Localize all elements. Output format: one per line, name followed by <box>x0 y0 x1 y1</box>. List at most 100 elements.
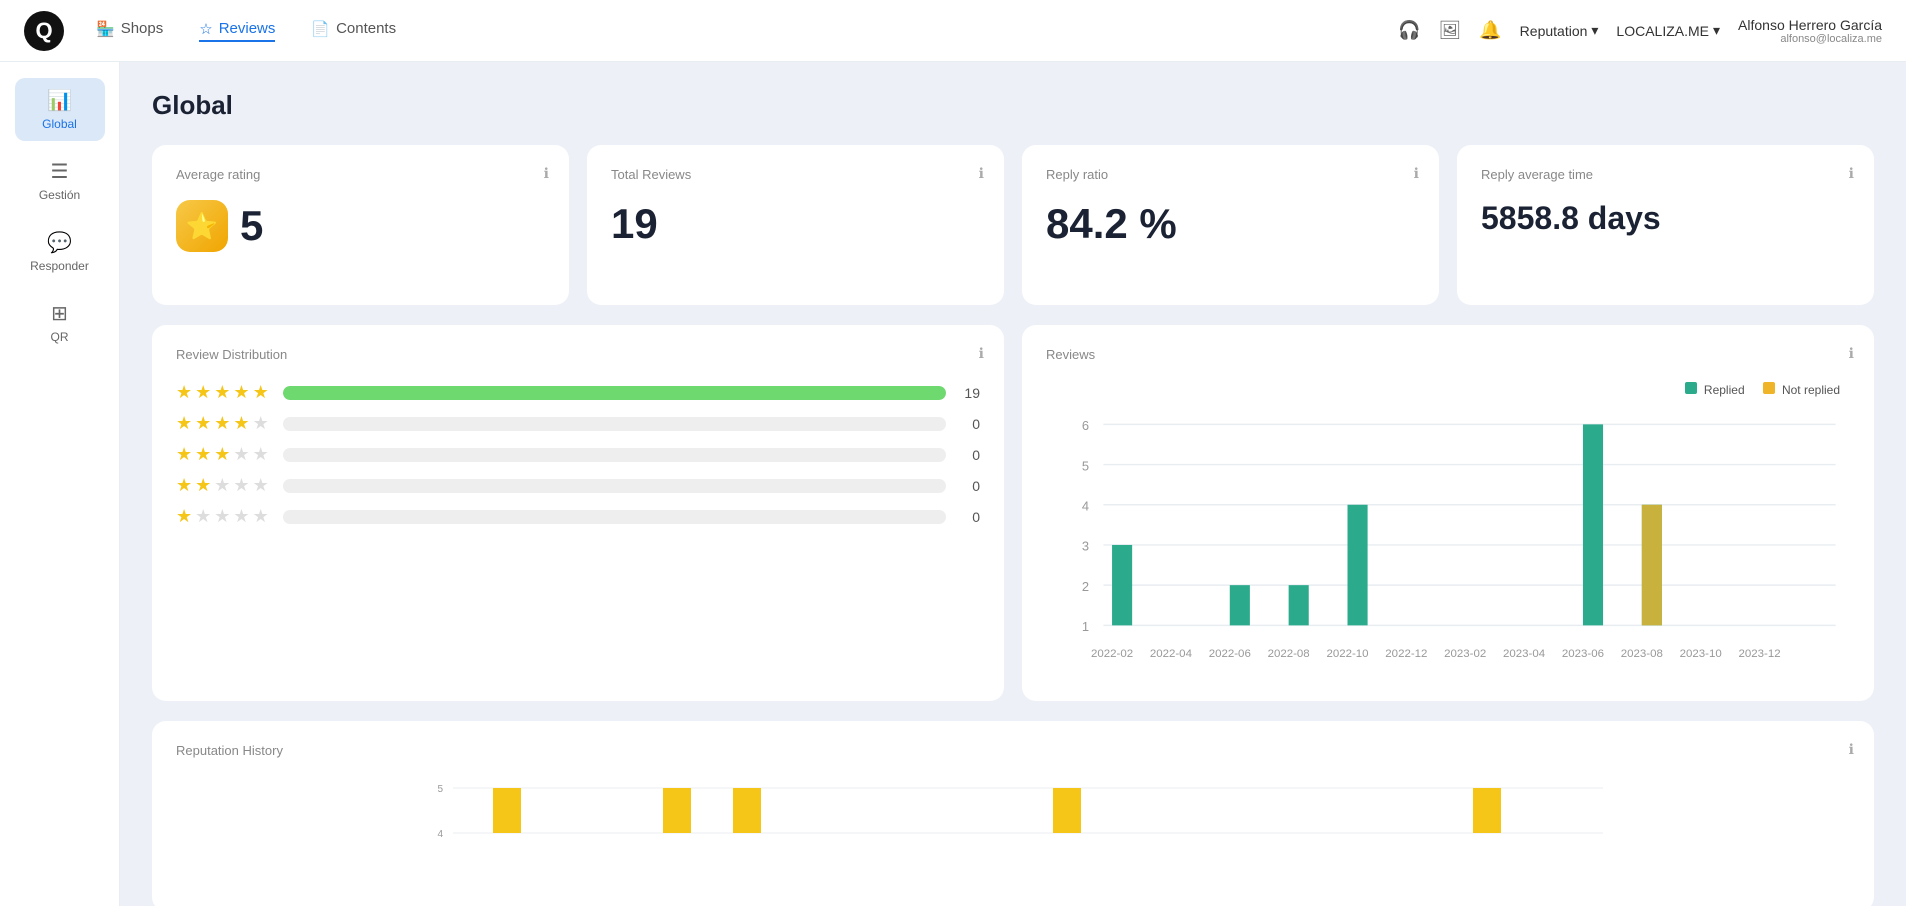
reply-avg-time-value: 5858.8 days <box>1481 200 1850 237</box>
chevron-down-icon: ▾ <box>1713 22 1720 39</box>
review-distribution-info-icon[interactable]: ℹ <box>979 345 984 362</box>
reviews-bar-chart-svg: 6 5 4 3 2 1 <box>1046 410 1850 668</box>
stars-5: ★ ★ ★ ★ ★ <box>176 382 269 403</box>
svg-text:1: 1 <box>1082 619 1089 634</box>
bar-chart-icon: 📊 <box>47 88 72 113</box>
rep-bar-2023-04 <box>1053 788 1081 833</box>
sidebar-item-qr[interactable]: ⊞ QR <box>15 291 105 354</box>
not-replied-legend: Not replied <box>1763 382 1840 397</box>
user-info: Alfonso Herrero García alfonso@localiza.… <box>1738 17 1882 45</box>
dist-count-3: 0 <box>960 447 980 463</box>
reviews-chart-card: Reviews ℹ Replied Not replied <box>1022 325 1874 701</box>
average-rating-card: Average rating ℹ ⭐ 5 <box>152 145 569 305</box>
svg-text:2022-06: 2022-06 <box>1209 648 1251 660</box>
nav-shops[interactable]: 🏪 Shops <box>96 20 163 42</box>
headset-icon[interactable]: 🎧 <box>1398 20 1420 41</box>
shops-nav-icon: 🏪 <box>96 20 115 38</box>
chat-icon: 💬 <box>47 230 72 255</box>
svg-text:5: 5 <box>437 784 443 795</box>
stars-1: ★ ★ ★ ★ ★ <box>176 506 269 527</box>
top-navigation: Q 🏪 Shops ☆ Reviews 📄 Contents 🎧 🖼 🔔 Rep… <box>0 0 1906 62</box>
sidebar-item-gestion[interactable]: ☰ Gestión <box>15 149 105 212</box>
dist-row-1: ★ ★ ★ ★ ★ 0 <box>176 506 980 527</box>
svg-text:2023-10: 2023-10 <box>1680 648 1722 660</box>
rep-bar-2022-02 <box>493 788 521 833</box>
nav-contents[interactable]: 📄 Contents <box>311 20 396 42</box>
top-right-controls: 🎧 🖼 🔔 Reputation ▾ LOCALIZA.ME ▾ Alfonso… <box>1398 17 1882 45</box>
svg-text:2022-12: 2022-12 <box>1385 648 1427 660</box>
reviews-chart-info-icon[interactable]: ℹ <box>1849 345 1854 362</box>
svg-text:2023-06: 2023-06 <box>1562 648 1604 660</box>
average-rating-info-icon[interactable]: ℹ <box>544 165 549 182</box>
svg-text:4: 4 <box>1082 498 1089 513</box>
reply-ratio-card: Reply ratio ℹ 84.2 % <box>1022 145 1439 305</box>
dist-bar-5 <box>283 386 946 400</box>
reviews-chart-area: Replied Not replied <box>1046 382 1850 673</box>
bar-2023-08-replied <box>1583 424 1603 625</box>
dist-bar-2-wrap <box>283 479 946 493</box>
dist-bar-4-wrap <box>283 417 946 431</box>
svg-text:6: 6 <box>1082 418 1089 433</box>
svg-text:2: 2 <box>1082 579 1089 594</box>
reputation-history-info-icon[interactable]: ℹ <box>1849 741 1854 758</box>
svg-text:4: 4 <box>437 829 443 840</box>
nav-links: 🏪 Shops ☆ Reviews 📄 Contents <box>96 20 1398 42</box>
reply-ratio-value: 84.2 % <box>1046 200 1415 248</box>
dist-bar-5-wrap <box>283 386 946 400</box>
list-icon: ☰ <box>51 159 69 184</box>
svg-text:2022-04: 2022-04 <box>1150 648 1193 660</box>
not-replied-legend-dot <box>1763 382 1775 394</box>
average-rating-title: Average rating <box>176 167 545 182</box>
bell-icon[interactable]: 🔔 <box>1479 20 1501 41</box>
svg-text:2023-02: 2023-02 <box>1444 648 1486 660</box>
review-distribution-card: Review Distribution ℹ ★ ★ ★ ★ ★ 19 <box>152 325 1004 701</box>
dist-count-1: 0 <box>960 509 980 525</box>
reply-ratio-title: Reply ratio <box>1046 167 1415 182</box>
sidebar: 📊 Global ☰ Gestión 💬 Responder ⊞ QR <box>0 62 120 906</box>
sidebar-item-global[interactable]: 📊 Global <box>15 78 105 141</box>
dist-row-4: ★ ★ ★ ★ ★ 0 <box>176 413 980 434</box>
localiza-dropdown[interactable]: LOCALIZA.ME ▾ <box>1616 22 1720 39</box>
svg-text:2023-04: 2023-04 <box>1503 648 1546 660</box>
rep-bar-2023-10 <box>1473 788 1501 833</box>
reputation-dropdown[interactable]: Reputation ▾ <box>1520 22 1599 39</box>
reputation-history-title: Reputation History <box>176 743 1850 758</box>
contents-nav-icon: 📄 <box>311 20 330 38</box>
reply-avg-time-card: Reply average time ℹ 5858.8 days <box>1457 145 1874 305</box>
svg-text:2022-10: 2022-10 <box>1326 648 1368 660</box>
stars-3: ★ ★ ★ ★ ★ <box>176 444 269 465</box>
svg-text:2022-02: 2022-02 <box>1091 648 1133 660</box>
reputation-history-chart: 5 4 <box>176 778 1850 878</box>
replied-legend: Replied <box>1685 382 1745 397</box>
bar-2023-10-not-replied <box>1642 505 1662 626</box>
dist-count-5: 19 <box>960 385 980 401</box>
stats-row: Average rating ℹ ⭐ 5 Total Reviews ℹ 19 … <box>152 145 1874 305</box>
reply-ratio-info-icon[interactable]: ℹ <box>1414 165 1419 182</box>
total-reviews-info-icon[interactable]: ℹ <box>979 165 984 182</box>
bar-2022-10-replied <box>1348 505 1368 626</box>
svg-text:2023-12: 2023-12 <box>1738 648 1780 660</box>
nav-reviews[interactable]: ☆ Reviews <box>199 20 275 42</box>
dist-row-2: ★ ★ ★ ★ ★ 0 <box>176 475 980 496</box>
sidebar-item-responder[interactable]: 💬 Responder <box>15 220 105 283</box>
total-reviews-title: Total Reviews <box>611 167 980 182</box>
dist-row-5: ★ ★ ★ ★ ★ 19 <box>176 382 980 403</box>
image-icon[interactable]: 🖼 <box>1438 20 1461 41</box>
star-badge: ⭐ <box>176 200 228 252</box>
dist-row-3: ★ ★ ★ ★ ★ 0 <box>176 444 980 465</box>
stars-4: ★ ★ ★ ★ ★ <box>176 413 269 434</box>
replied-legend-dot <box>1685 382 1697 394</box>
reply-avg-time-title: Reply average time <box>1481 167 1850 182</box>
reviews-chart-title: Reviews <box>1046 347 1850 362</box>
dist-count-4: 0 <box>960 416 980 432</box>
dist-bar-3-wrap <box>283 448 946 462</box>
review-distribution-title: Review Distribution <box>176 347 980 362</box>
chart-legend: Replied Not replied <box>1685 382 1840 397</box>
reply-avg-time-info-icon[interactable]: ℹ <box>1849 165 1854 182</box>
chevron-down-icon: ▾ <box>1591 22 1598 39</box>
dist-count-2: 0 <box>960 478 980 494</box>
logo: Q <box>24 11 64 51</box>
svg-text:2022-08: 2022-08 <box>1268 648 1310 660</box>
svg-text:2023-08: 2023-08 <box>1621 648 1663 660</box>
svg-text:5: 5 <box>1082 458 1089 473</box>
